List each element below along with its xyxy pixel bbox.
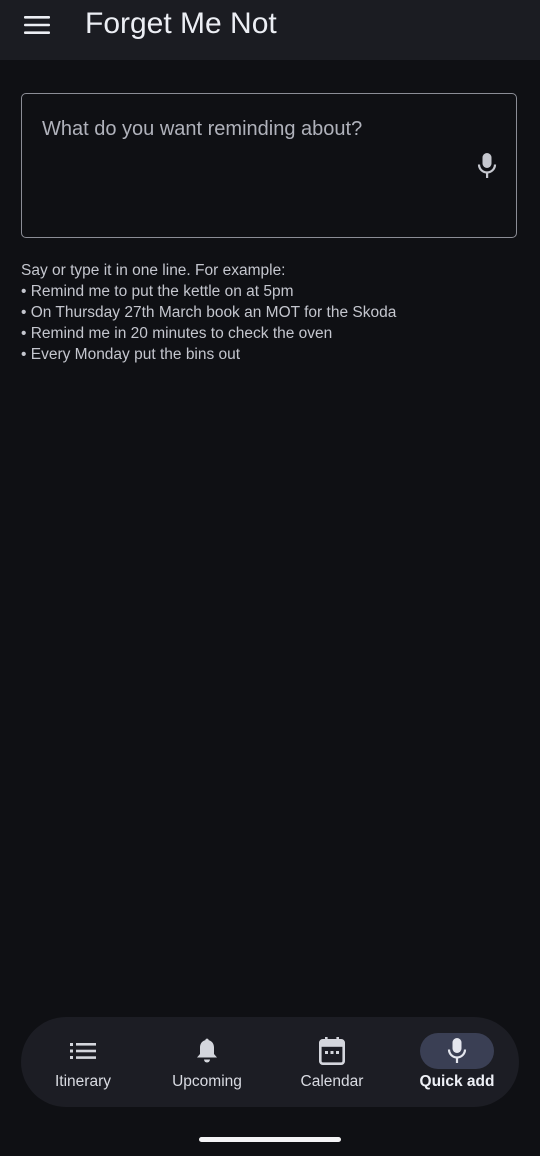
bell-icon bbox=[197, 1038, 217, 1063]
help-example: • On Thursday 27th March book an MOT for… bbox=[21, 304, 397, 321]
list-icon bbox=[70, 1043, 96, 1059]
nav-item-quick-add[interactable]: Quick add bbox=[395, 1017, 519, 1107]
nav-item-itinerary[interactable]: Itinerary bbox=[21, 1017, 145, 1107]
menu-button[interactable] bbox=[16, 4, 58, 46]
nav-icon-container bbox=[170, 1033, 244, 1069]
app-title: Forget Me Not bbox=[85, 7, 277, 40]
nav-label: Upcoming bbox=[172, 1073, 242, 1090]
bottom-navigation: Itinerary Upcoming Calendar Quick add bbox=[21, 1017, 519, 1107]
voice-input-button[interactable] bbox=[472, 150, 502, 182]
nav-icon-container-active bbox=[420, 1033, 494, 1069]
nav-item-calendar[interactable]: Calendar bbox=[270, 1017, 394, 1107]
hamburger-menu-icon bbox=[24, 16, 50, 34]
nav-label: Itinerary bbox=[55, 1073, 111, 1090]
help-text: Say or type it in one line. For example:… bbox=[21, 260, 521, 365]
help-intro: Say or type it in one line. For example: bbox=[21, 262, 286, 279]
help-example: • Every Monday put the bins out bbox=[21, 346, 241, 363]
nav-icon-container bbox=[46, 1033, 120, 1069]
help-example: • Remind me to put the kettle on at 5pm bbox=[21, 283, 294, 300]
mic-icon bbox=[447, 1038, 467, 1063]
app-bar: Forget Me Not bbox=[0, 0, 540, 60]
mic-icon bbox=[477, 153, 497, 178]
nav-icon-container bbox=[295, 1033, 369, 1069]
calendar-icon bbox=[319, 1037, 345, 1065]
help-example: • Remind me in 20 minutes to check the o… bbox=[21, 325, 333, 342]
home-indicator[interactable] bbox=[199, 1137, 341, 1142]
nav-item-upcoming[interactable]: Upcoming bbox=[145, 1017, 269, 1107]
nav-label: Calendar bbox=[300, 1073, 364, 1090]
reminder-input[interactable]: What do you want reminding about? bbox=[21, 93, 517, 238]
nav-label: Quick add bbox=[419, 1073, 495, 1090]
reminder-input-placeholder: What do you want reminding about? bbox=[42, 118, 363, 140]
